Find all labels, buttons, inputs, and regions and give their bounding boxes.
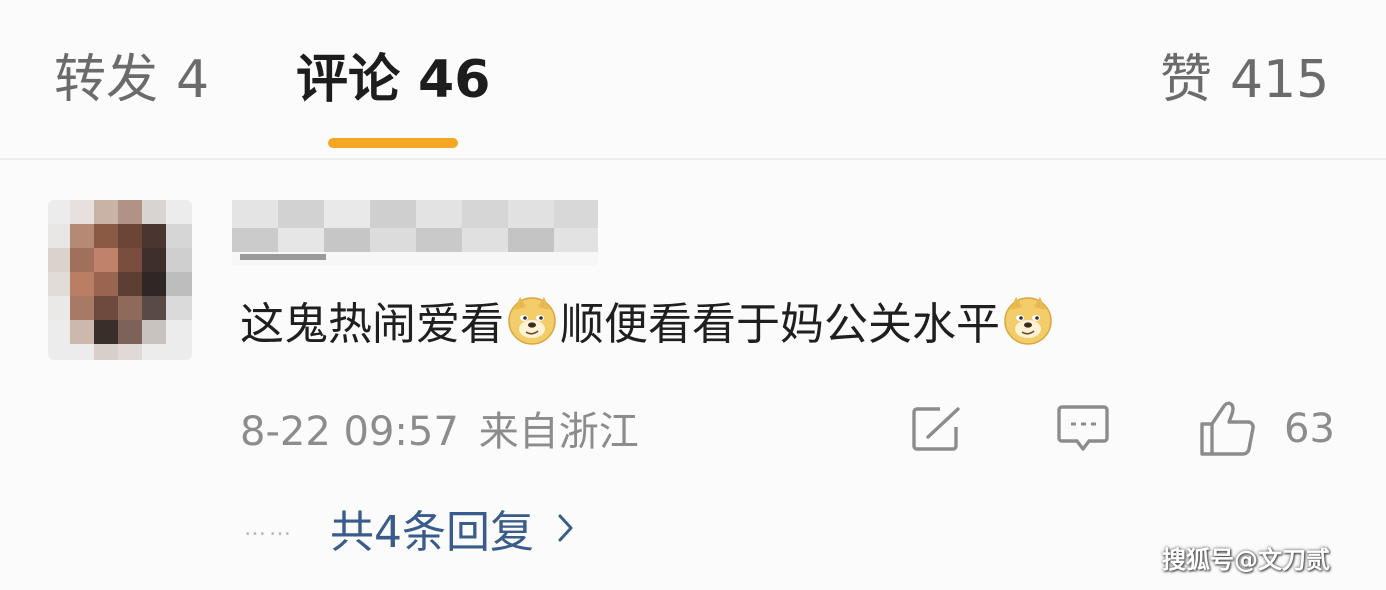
source-watermark: 搜狐号@文刀贰 xyxy=(1162,546,1330,574)
chevron-right-icon xyxy=(558,514,573,542)
tab-comments-count: 46 xyxy=(418,50,491,110)
thumbs-up-icon xyxy=(1200,401,1255,456)
active-tab-indicator xyxy=(328,138,458,148)
blurred-username-icon[interactable] xyxy=(232,200,598,266)
view-replies-link[interactable]: …… 共4条回复 xyxy=(244,500,574,558)
comment-tabs-bar: 转发 4 评论 46 赞 415 xyxy=(0,0,1386,160)
tab-likes-label: 赞 xyxy=(1160,50,1213,110)
reply-indent-dots: …… xyxy=(244,515,294,541)
like-count: 63 xyxy=(1284,406,1335,452)
comment-text-part-1: 这鬼热闹爱看 xyxy=(240,299,504,350)
tab-likes[interactable]: 赞 415 xyxy=(1160,44,1329,116)
tab-repost-count: 4 xyxy=(176,50,210,110)
tab-comments[interactable]: 评论 46 xyxy=(296,44,490,116)
comment-date: 8-22 09:57 xyxy=(240,409,459,455)
doge-emoji-icon xyxy=(1002,294,1054,346)
comment-text-part-2: 顺便看看于妈公关水平 xyxy=(560,299,1000,350)
tab-repost-label: 转发 xyxy=(54,50,159,110)
like-button[interactable]: 63 xyxy=(1198,400,1335,458)
comment-location: 来自浙江 xyxy=(478,409,639,455)
share-button[interactable] xyxy=(910,400,966,458)
comment-text: 这鬼热闹爱看 顺便看看于妈公关水平 xyxy=(240,284,1056,356)
doge-emoji-icon xyxy=(506,294,558,346)
blurred-avatar-icon[interactable] xyxy=(48,200,192,360)
comment-bubble-icon xyxy=(1057,405,1109,451)
reply-button[interactable] xyxy=(1056,400,1112,458)
tab-comments-label: 评论 xyxy=(296,50,401,110)
replies-count-label: 共4条回复 xyxy=(330,507,534,558)
comment-meta: 8-22 09:57 来自浙江 xyxy=(240,404,639,460)
share-icon xyxy=(912,407,960,451)
tab-repost[interactable]: 转发 4 xyxy=(54,44,209,116)
tab-likes-count: 415 xyxy=(1230,50,1330,110)
